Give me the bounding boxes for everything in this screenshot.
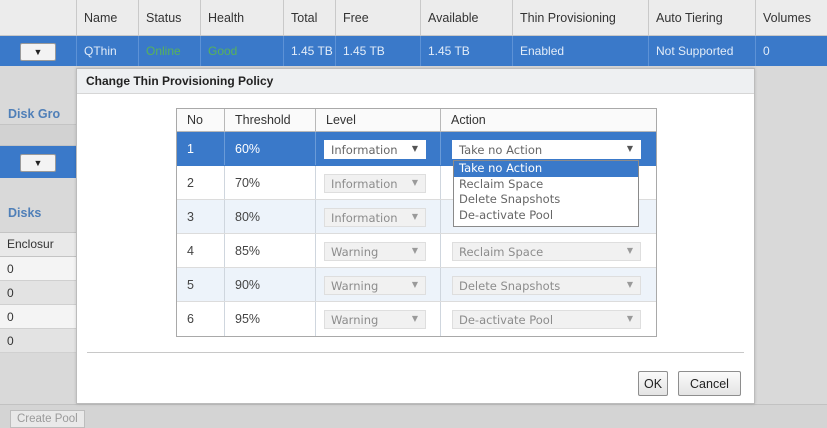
policy-table-header: No Threshold Level Action: [177, 109, 656, 132]
action-dropdown-list: Take no Action Reclaim Space Delete Snap…: [453, 160, 639, 227]
action-select-value: Delete Snapshots: [459, 278, 561, 293]
cancel-button[interactable]: Cancel: [678, 371, 741, 396]
row-threshold: 60%: [224, 132, 315, 165]
col-header-status[interactable]: Status: [138, 0, 200, 35]
row-no: 2: [187, 175, 194, 190]
pool-health: Good: [200, 36, 283, 66]
pool-available: 1.45 TB: [420, 36, 512, 66]
level-select[interactable]: Information ▼: [324, 140, 426, 159]
level-select[interactable]: Warning ▼: [324, 242, 426, 261]
create-pool-button[interactable]: Create Pool: [10, 410, 85, 428]
pool-total: 1.45 TB: [283, 36, 335, 66]
level-select-value: Warning: [331, 244, 379, 259]
row-threshold: 90%: [224, 268, 315, 301]
action-select[interactable]: Delete Snapshots ▼: [452, 276, 641, 295]
col-header-free[interactable]: Free: [335, 0, 420, 35]
disk-group-header-row: [0, 124, 76, 146]
dropdown-option-take-no-action[interactable]: Take no Action: [454, 161, 638, 177]
pool-name: QThin: [76, 36, 138, 66]
col-header-health[interactable]: Health: [200, 0, 283, 35]
triangle-down-icon: ▼: [411, 246, 418, 255]
action-select-value: De-activate Pool: [459, 312, 554, 327]
row-threshold: 70%: [224, 166, 315, 199]
disk-row[interactable]: 0: [0, 281, 76, 305]
change-thin-provisioning-dialog: Change Thin Provisioning Policy No Thres…: [76, 68, 755, 404]
level-select[interactable]: Information ▼: [324, 174, 426, 193]
footer-bar: [0, 404, 827, 428]
row-no: 5: [187, 277, 194, 292]
enclosure-column-header[interactable]: Enclosur: [0, 232, 76, 257]
triangle-down-icon: ▼: [33, 158, 43, 168]
disk-row[interactable]: 0: [0, 257, 76, 281]
row-no: 6: [187, 312, 194, 326]
row-no: 3: [187, 209, 194, 224]
pool-expand-button[interactable]: ▼: [20, 43, 56, 61]
level-select-value: Information: [331, 176, 398, 191]
header-threshold: Threshold: [224, 109, 315, 131]
row-threshold: 85%: [224, 234, 315, 267]
triangle-down-icon: ▼: [626, 246, 633, 255]
action-select[interactable]: Reclaim Space ▼: [452, 242, 641, 261]
pool-row-qthin[interactable]: ▼ QThin Online Good 1.45 TB 1.45 TB 1.45…: [0, 36, 827, 66]
ok-button[interactable]: OK: [638, 371, 668, 396]
row-no: 4: [187, 243, 194, 258]
disk-group-expand-button[interactable]: ▼: [20, 154, 56, 172]
disk-row[interactable]: 0: [0, 329, 76, 353]
pool-free: 1.45 TB: [335, 36, 420, 66]
row-threshold: 95%: [224, 302, 315, 336]
header-level: Level: [315, 109, 440, 131]
triangle-down-icon: ▼: [626, 280, 633, 289]
action-select[interactable]: De-activate Pool ▼: [452, 310, 641, 329]
action-select-value: Reclaim Space: [459, 244, 544, 259]
level-select[interactable]: Information ▼: [324, 208, 426, 227]
disk-group-row[interactable]: ▼: [0, 146, 76, 178]
dialog-title: Change Thin Provisioning Policy: [86, 74, 274, 88]
dropdown-option-delete-snapshots[interactable]: Delete Snapshots: [454, 192, 638, 208]
level-select-value: Information: [331, 142, 398, 157]
col-header-thin-provisioning[interactable]: Thin Provisioning: [512, 0, 648, 35]
triangle-down-icon: ▼: [411, 314, 418, 323]
triangle-down-icon: ▼: [626, 314, 633, 323]
pool-volumes: 0: [755, 36, 827, 66]
pool-table-header: Name Status Health Total Free Available …: [0, 0, 827, 36]
triangle-down-icon: ▼: [626, 144, 633, 153]
action-select-value: Take no Action: [459, 142, 543, 157]
level-select[interactable]: Warning ▼: [324, 276, 426, 295]
col-header-available[interactable]: Available: [420, 0, 512, 35]
policy-row-6[interactable]: 6 95% Warning ▼ De-activate Pool ▼: [177, 302, 656, 336]
triangle-down-icon: ▼: [411, 144, 418, 153]
level-select-value: Warning: [331, 312, 379, 327]
row-threshold: 80%: [224, 200, 315, 233]
policy-row-4[interactable]: 4 85% Warning ▼ Reclaim Space ▼: [177, 234, 656, 268]
level-select-value: Warning: [331, 278, 379, 293]
triangle-down-icon: ▼: [411, 280, 418, 289]
dialog-titlebar[interactable]: Change Thin Provisioning Policy: [77, 69, 754, 94]
triangle-down-icon: ▼: [33, 47, 43, 57]
triangle-down-icon: ▼: [411, 212, 418, 221]
disk-row[interactable]: 0: [0, 305, 76, 329]
level-select[interactable]: Warning ▼: [324, 310, 426, 329]
row-no: 1: [187, 141, 194, 156]
header-action: Action: [440, 109, 658, 131]
col-header-auto-tiering[interactable]: Auto Tiering: [648, 0, 755, 35]
pool-status: Online: [138, 36, 200, 66]
disks-label: Disks: [8, 206, 42, 220]
disk-groups-label: Disk Gro: [8, 107, 61, 121]
policy-row-5[interactable]: 5 90% Warning ▼ Delete Snapshots ▼: [177, 268, 656, 302]
header-no: No: [187, 113, 203, 127]
level-select-value: Information: [331, 210, 398, 225]
pool-auto-tiering: Not Supported: [648, 36, 755, 66]
dropdown-option-reclaim-space[interactable]: Reclaim Space: [454, 177, 638, 193]
col-header-volumes[interactable]: Volumes: [755, 0, 827, 35]
dropdown-option-deactivate-pool[interactable]: De-activate Pool: [454, 208, 638, 224]
col-header-total[interactable]: Total: [283, 0, 335, 35]
dialog-separator: [87, 352, 744, 353]
col-header-name[interactable]: Name: [76, 0, 138, 35]
pool-thin-provisioning: Enabled: [512, 36, 648, 66]
triangle-down-icon: ▼: [411, 178, 418, 187]
action-select[interactable]: Take no Action ▼: [452, 140, 641, 159]
